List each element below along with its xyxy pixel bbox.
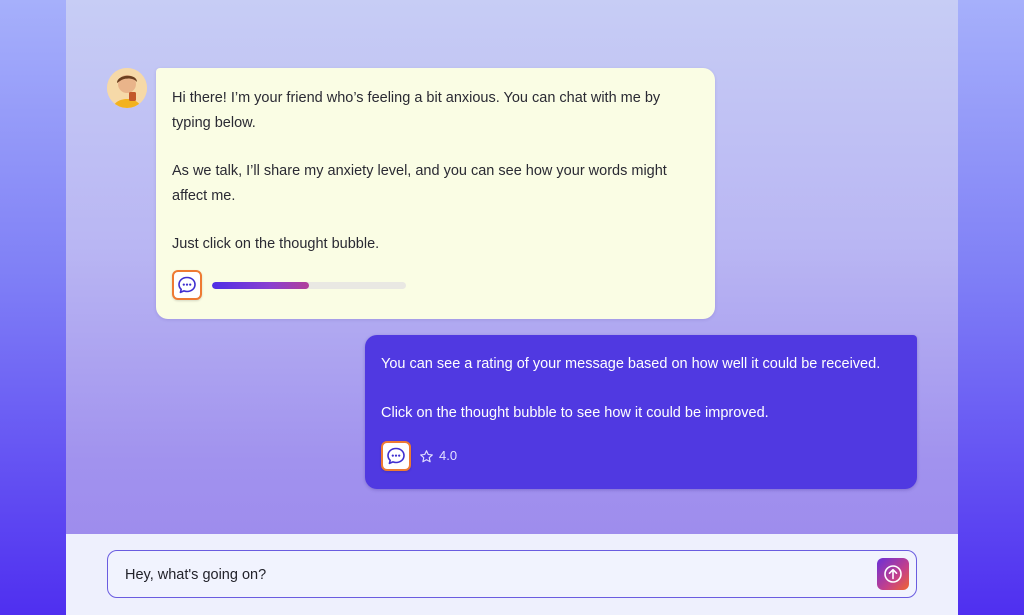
arrow-up-circle-icon bbox=[884, 565, 902, 583]
user-message-paragraph: You can see a rating of your message bas… bbox=[381, 356, 881, 372]
bot-message-bubble: Hi there! I’m your friend who’s feeling … bbox=[156, 68, 715, 319]
user-message-meta: 4.0 bbox=[381, 441, 457, 471]
rating-value: 4.0 bbox=[439, 447, 458, 463]
bot-message-paragraph: As we talk, I’ll share my anxiety level,… bbox=[172, 163, 667, 204]
bot-message-paragraph: Just click on the thought bubble. bbox=[172, 236, 380, 252]
speech-bubble-icon bbox=[387, 447, 405, 465]
user-message-paragraph: Click on the thought bubble to see how i… bbox=[381, 404, 769, 421]
bot-message-meta bbox=[172, 270, 406, 300]
bot-message-paragraph: Hi there! I’m your friend who’s feeling … bbox=[172, 90, 661, 131]
user-message-bubble: You can see a rating of your message bas… bbox=[365, 335, 917, 489]
message-rating: 4.0 bbox=[419, 444, 457, 469]
avatar-person-icon bbox=[107, 68, 147, 108]
composer-area bbox=[66, 534, 958, 615]
user-thought-bubble-button[interactable] bbox=[381, 441, 411, 471]
send-button[interactable] bbox=[877, 558, 909, 590]
chat-panel: Hi there! I’m your friend who’s feeling … bbox=[66, 0, 958, 615]
anxiety-level-bar bbox=[212, 281, 406, 289]
friend-avatar bbox=[107, 68, 147, 108]
bot-thought-bubble-button[interactable] bbox=[172, 270, 202, 300]
message-input-box bbox=[107, 550, 917, 599]
speech-bubble-icon bbox=[178, 276, 196, 294]
star-outline-icon bbox=[420, 449, 433, 462]
message-input[interactable] bbox=[123, 551, 867, 599]
anxiety-level-fill bbox=[212, 281, 309, 289]
